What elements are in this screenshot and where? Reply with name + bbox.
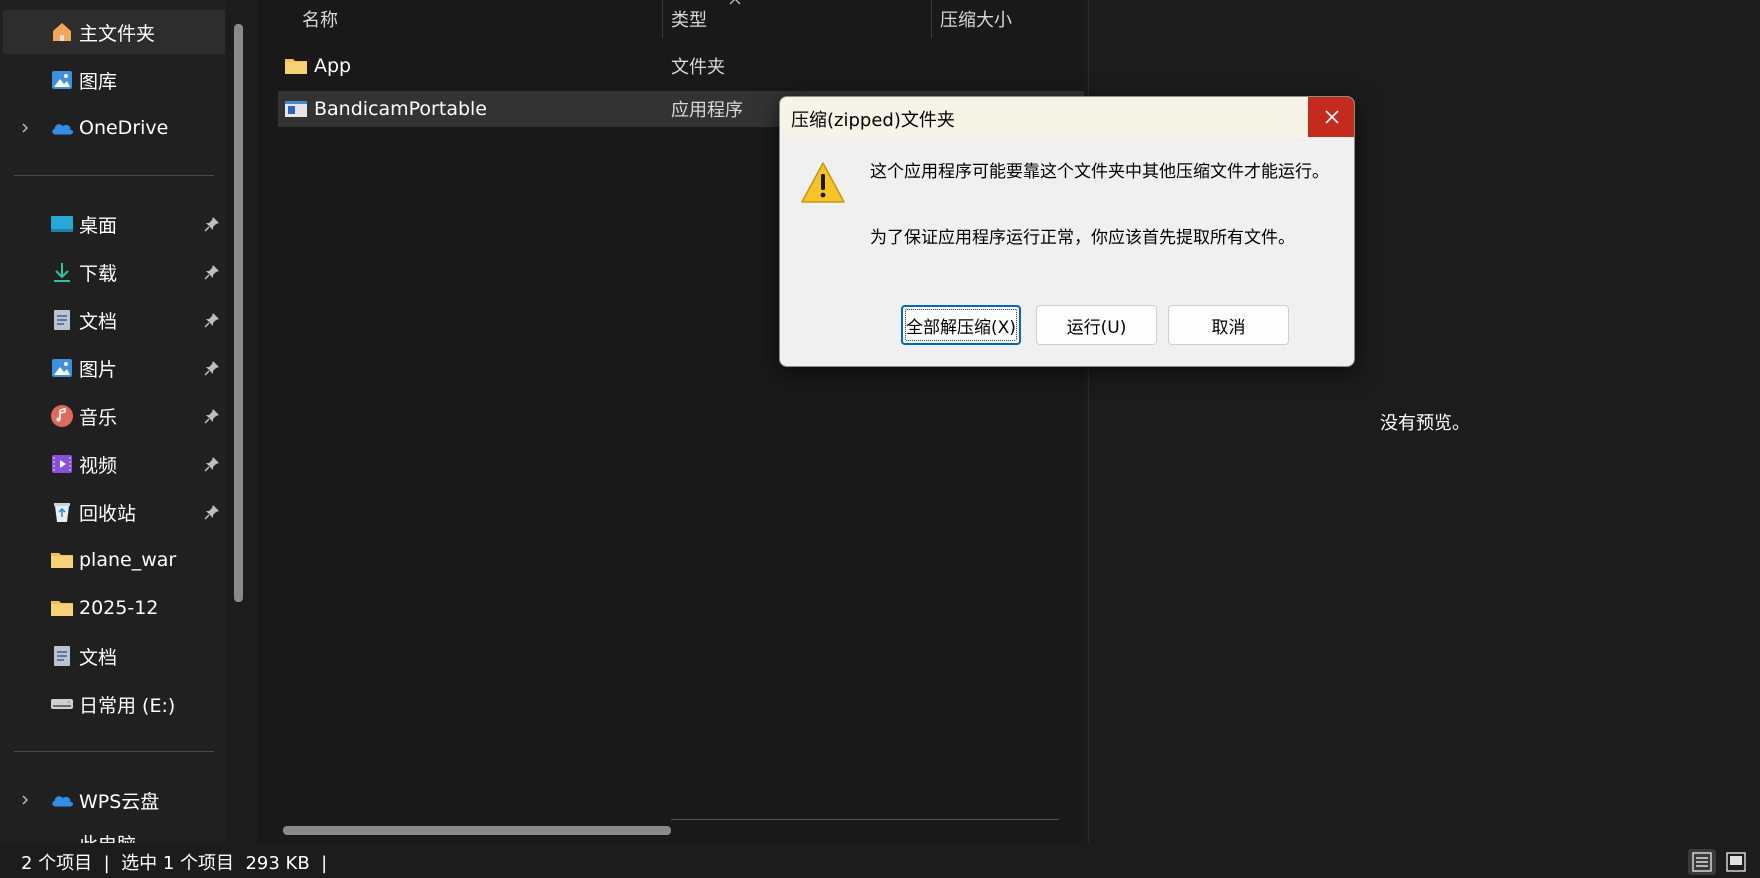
pin-icon[interactable]	[204, 360, 220, 376]
document-icon	[50, 644, 74, 668]
video-icon	[50, 452, 74, 476]
sidebar-item-label: 日常用 (E:)	[79, 694, 176, 717]
cloud-icon	[50, 788, 74, 812]
sidebar-item-drive-e[interactable]: 日常用 (E:)	[3, 682, 225, 726]
dialog-message-advice: 为了保证应用程序运行正常，你应该首先提取所有文件。	[870, 228, 1295, 248]
sidebar-item-label: 2025-12	[79, 597, 159, 619]
navigation-pane: 主文件夹 图库 OneDrive 桌面 下载 文档 图片 音乐 视频 回收站 p…	[0, 0, 226, 843]
column-divider[interactable]	[931, 0, 932, 38]
large-icons-view-button[interactable]	[1722, 849, 1750, 875]
gallery-icon	[50, 68, 74, 92]
folder-icon	[50, 596, 74, 620]
sidebar-item-pictures[interactable]: 图片	[3, 346, 225, 390]
file-type: 应用程序	[671, 100, 743, 121]
sidebar-item-desktop[interactable]: 桌面	[3, 202, 225, 246]
dialog-title: 压缩(zipped)文件夹	[791, 110, 955, 131]
sidebar-item-label: 图库	[79, 70, 118, 93]
column-header-compressed-size[interactable]: 压缩大小	[940, 6, 1012, 32]
chevron-right-icon[interactable]	[19, 122, 31, 134]
column-header-type[interactable]: 类型	[671, 6, 707, 32]
sidebar-item-label: 文档	[79, 646, 118, 669]
dialog-message: 这个应用程序可能要靠这个文件夹中其他压缩文件才能运行。	[870, 162, 1329, 182]
sidebar-item-label: 视频	[79, 454, 118, 477]
horizontal-scrollbar-thumb[interactable]	[283, 826, 671, 835]
extract-all-button[interactable]: 全部解压缩(X)	[901, 305, 1021, 345]
recycle-bin-icon	[50, 500, 74, 524]
pin-icon[interactable]	[204, 504, 220, 520]
status-text: 2 个项目 | 选中 1 个项目 293 KB |	[21, 853, 328, 874]
sidebar-item-label: plane_war	[79, 549, 177, 571]
file-row-app[interactable]: App 文件夹	[278, 48, 1084, 84]
sort-ascending-icon	[729, 0, 741, 5]
file-type: 文件夹	[671, 57, 725, 78]
sidebar-item-label: WPS云盘	[79, 790, 160, 813]
sidebar-item-recycle-bin[interactable]: 回收站	[3, 490, 225, 534]
sidebar-scrollbar-thumb[interactable]	[234, 24, 243, 602]
details-view-button[interactable]	[1688, 849, 1716, 875]
column-divider[interactable]	[662, 0, 663, 38]
application-icon	[284, 97, 308, 121]
download-icon	[50, 260, 74, 284]
sidebar-divider	[14, 175, 214, 176]
cloud-icon	[50, 116, 74, 140]
sidebar-item-wps-cloud[interactable]: WPS云盘	[3, 778, 225, 822]
details-view-icon	[1692, 852, 1712, 872]
sidebar-item-label: 回收站	[79, 502, 137, 525]
folder-icon	[284, 54, 308, 78]
sidebar-item-label: 此电脑	[79, 830, 136, 843]
sidebar-item-documents[interactable]: 文档	[3, 298, 225, 342]
sidebar-divider	[14, 751, 214, 752]
sidebar-item-documents-2[interactable]: 文档	[3, 634, 225, 678]
zipped-folder-dialog: 压缩(zipped)文件夹 这个应用程序可能要靠这个文件夹中其他压缩文件才能运行…	[779, 96, 1355, 367]
folder-icon	[50, 548, 74, 572]
sidebar-item-downloads[interactable]: 下载	[3, 250, 225, 294]
sidebar-item-onedrive[interactable]: OneDrive	[3, 106, 225, 150]
sidebar-item-label: 桌面	[79, 214, 118, 237]
sidebar-item-label: 下载	[79, 262, 118, 285]
run-button[interactable]: 运行(U)	[1036, 305, 1157, 345]
pin-icon[interactable]	[204, 408, 220, 424]
status-bar: 2 个项目 | 选中 1 个项目 293 KB |	[0, 843, 1760, 878]
horizontal-scrollbar-track[interactable]	[671, 819, 1059, 820]
sidebar-item-label: 主文件夹	[79, 22, 156, 45]
pin-icon[interactable]	[204, 216, 220, 232]
file-name: BandicamPortable	[314, 98, 487, 120]
chevron-right-icon[interactable]	[19, 794, 31, 806]
document-icon	[50, 308, 74, 332]
sidebar-item-label: OneDrive	[79, 117, 169, 139]
file-name: App	[314, 55, 352, 77]
large-icons-view-icon	[1726, 852, 1746, 872]
sidebar-item-label: 图片	[79, 358, 118, 381]
no-preview-text: 没有预览。	[1380, 413, 1470, 434]
sidebar-item-2025-12[interactable]: 2025-12	[3, 586, 225, 630]
sidebar-item-label: 音乐	[79, 406, 118, 429]
sidebar-item-music[interactable]: 音乐	[3, 394, 225, 438]
column-header-name[interactable]: 名称	[302, 6, 338, 32]
sidebar-item-videos[interactable]: 视频	[3, 442, 225, 486]
warning-icon	[801, 162, 845, 203]
sidebar-item-this-pc[interactable]: 此电脑	[3, 826, 225, 843]
pin-icon[interactable]	[204, 456, 220, 472]
pictures-icon	[50, 356, 74, 380]
dialog-close-button[interactable]	[1308, 97, 1354, 137]
sidebar-item-label: 文档	[79, 310, 118, 333]
pin-icon[interactable]	[204, 264, 220, 280]
dialog-titlebar[interactable]: 压缩(zipped)文件夹	[780, 97, 1354, 137]
home-icon	[50, 20, 74, 44]
sidebar-item-home[interactable]: 主文件夹	[3, 10, 225, 54]
sidebar-item-plane-war[interactable]: plane_war	[3, 538, 225, 582]
drive-icon	[50, 692, 74, 716]
music-icon	[50, 404, 74, 428]
close-icon	[1325, 110, 1339, 124]
desktop-icon	[50, 212, 74, 236]
cancel-button[interactable]: 取消	[1168, 305, 1289, 345]
sidebar-item-gallery[interactable]: 图库	[3, 58, 225, 102]
pin-icon[interactable]	[204, 312, 220, 328]
